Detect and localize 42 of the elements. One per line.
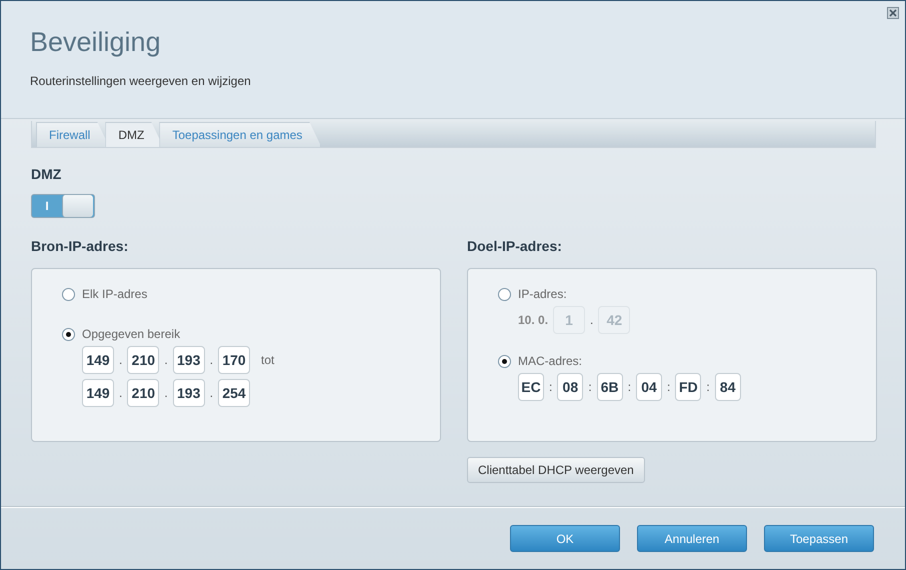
address-field[interactable]: 193	[172, 379, 205, 407]
address-field[interactable]: EC	[518, 373, 544, 401]
radio-label: Elk IP-adres	[82, 287, 148, 301]
section-heading: DMZ	[31, 166, 62, 182]
section-heading: Doel-IP-adres:	[467, 238, 563, 254]
separator-text: .	[118, 353, 124, 367]
separator-text: .	[163, 386, 169, 400]
address-field[interactable]: 210	[127, 379, 160, 407]
address-field[interactable]: 149	[82, 379, 114, 407]
address-field[interactable]: 08	[557, 373, 584, 401]
radio-button[interactable]	[62, 288, 75, 300]
separator-text: :	[587, 380, 593, 394]
address-field[interactable]: 210	[127, 346, 160, 374]
separator-text: .	[589, 313, 594, 327]
address-field[interactable]: 04	[636, 373, 662, 401]
separator-text: :	[548, 380, 554, 394]
range-text: tot	[261, 353, 274, 367]
separator-text: .	[163, 353, 169, 367]
separator-text: :	[705, 380, 711, 394]
address-field[interactable]: 170	[218, 346, 250, 374]
section-heading: Bron-IP-adres:	[31, 238, 130, 254]
separator-text: .	[208, 386, 214, 400]
radio-button[interactable]	[62, 328, 75, 340]
subtitle: Routerinstellingen weergeven en wijzigen	[30, 74, 252, 88]
separator-text: :	[666, 380, 672, 394]
close-icon[interactable]	[887, 7, 899, 19]
radio-label: IP-adres:	[518, 287, 567, 301]
address-field[interactable]: 254	[218, 379, 250, 407]
address-field[interactable]: 149	[82, 346, 114, 374]
radio-label: MAC-adres:	[518, 354, 582, 368]
radio-label: Opgegeven bereik	[82, 327, 180, 341]
separator-text: .	[118, 386, 124, 400]
separator-text: :	[626, 380, 632, 394]
address-field[interactable]: FD	[675, 373, 702, 401]
radio-button[interactable]	[498, 354, 511, 368]
separator-text: .	[208, 353, 214, 367]
dhcp-table-button[interactable]: Clienttabel DHCP weergeven	[467, 457, 645, 483]
address-field[interactable]: 193	[172, 346, 205, 374]
window-title: Beveiliging	[30, 27, 162, 58]
address-prefix: 10. 0.	[518, 313, 548, 327]
address-field[interactable]: 6B	[596, 373, 623, 401]
address-field[interactable]: 84	[714, 373, 741, 401]
